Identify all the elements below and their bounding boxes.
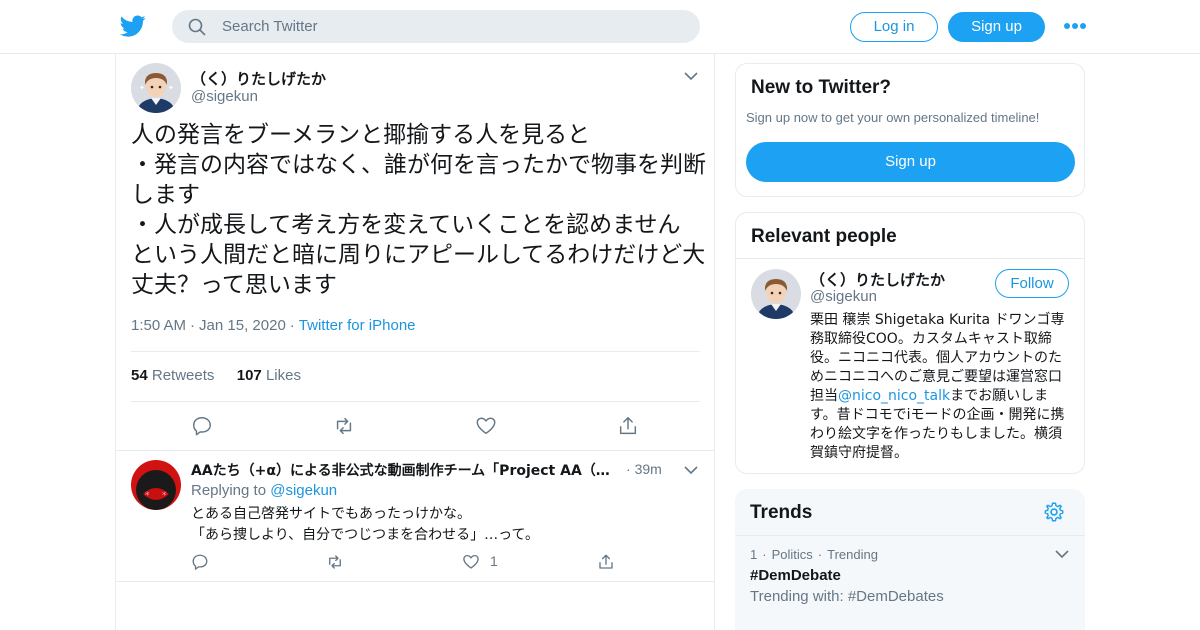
likes-count: 107 [236,367,262,384]
tweet-time[interactable]: 1:50 AM [131,317,186,334]
twitter-logo-icon[interactable] [120,13,146,39]
gear-icon[interactable] [1043,501,1065,523]
divider [116,581,714,582]
like-icon[interactable] [475,415,497,437]
retweet-icon[interactable] [326,553,344,571]
avatar-illustration-icon [751,269,801,319]
chevron-down-icon[interactable] [684,71,698,81]
divider [736,258,1084,259]
chevron-down-icon[interactable] [1055,549,1069,559]
author-name[interactable]: （く）りたしげたか [191,68,326,89]
like-icon[interactable] [462,553,480,571]
trend-trending-with: Trending with: #DemDebates [750,588,944,605]
trend-category: Politics [771,547,813,562]
relevant-people-card: Relevant people （く）りたしげたか @sigekun Follo… [735,212,1085,474]
divider [131,351,700,352]
trend-hashtag[interactable]: #DemDebate [750,567,841,584]
separator-dot: · [762,547,767,562]
tweet-date[interactable]: Jan 15, 2020 [199,317,286,334]
top-bar: Log in Sign up [0,0,1200,54]
svg-text:✦: ✦ [139,84,145,92]
separator-dot: · [289,317,295,334]
new-to-twitter-card: New to Twitter? Sign up now to get your … [735,63,1085,197]
avatar-illustration-icon: * * [131,460,181,510]
author-avatar[interactable]: ✦ ✦ [131,63,181,113]
svg-text:*: * [145,491,150,501]
reply-author-avatar[interactable]: * * [131,460,181,510]
reply-time-label: 39m [634,461,662,477]
search-icon [188,18,206,36]
sidebar-signup-button[interactable]: Sign up [746,142,1075,182]
divider [116,450,714,451]
trend-meta: 1 · Politics · Trending [750,547,878,562]
tweet-text: 人の発言をブーメランと揶揄する人を見ると ・発言の内容ではなく、誰が何を言ったか… [131,122,706,298]
reply-author-name[interactable]: AAたち（+α）による非公式な動画制作チーム「Project AA（… [191,460,616,480]
author-handle[interactable]: @sigekun [191,88,258,105]
card-title: Trends [750,502,813,523]
more-options-icon[interactable] [1064,20,1086,32]
bio-link[interactable]: @nico_nico_talk [838,388,950,404]
tweet-column: ✦ ✦ （く）りたしげたか @sigekun 人の発言をブーメランと揶揄する人を… [115,54,715,630]
login-button[interactable]: Log in [850,12,938,42]
separator-dot: · [817,547,823,562]
card-title: Relevant people [751,226,897,247]
reply-icon[interactable] [191,553,209,571]
retweets-label: Retweets [151,367,215,384]
likes-stat[interactable]: 107 Likes [237,367,301,384]
replying-label: Replying to [191,482,267,499]
person-avatar[interactable] [751,269,801,319]
replying-to: Replying to @sigekun [191,482,337,499]
retweets-count: 54 [131,367,148,384]
person-handle[interactable]: @sigekun [810,288,877,305]
svg-text:✦: ✦ [168,84,174,92]
chevron-down-icon[interactable] [684,465,698,475]
trends-card: Trends 1 · Politics · Trending #DemDebate Tr… [735,489,1085,630]
retweets-stat[interactable]: 54 Retweets [131,367,214,384]
card-title: New to Twitter? [751,77,892,98]
svg-text:*: * [162,491,167,501]
likes-label: Likes [265,367,301,384]
tweet-stats: 54 Retweets 107 Likes [131,367,301,384]
share-icon[interactable] [597,553,615,571]
separator-dot: · [626,461,635,477]
signup-button[interactable]: Sign up [948,12,1045,42]
search-input[interactable] [222,10,682,43]
trend-item[interactable]: 1 · Politics · Trending #DemDebate Trending … [735,535,1085,617]
divider [131,401,700,402]
avatar-illustration-icon: ✦ ✦ [131,63,181,113]
tweet-meta: 1:50 AM · Jan 15, 2020 · Twitter for iPhone [131,317,416,334]
reply-icon[interactable] [191,415,213,437]
trend-status: Trending [827,547,878,562]
reply-time[interactable]: · 39m [626,461,662,477]
reply-text: とある自己啓発サイトでもあったっけかな。 「あら捜しより、自分でつじつまを合わせ… [191,506,540,543]
person-name[interactable]: （く）りたしげたか [810,269,945,290]
card-subtitle: Sign up now to get your own personalized… [746,110,1040,125]
trend-rank: 1 [750,547,758,562]
person-bio: 栗田 穣崇 Shigetaka Kurita ドワンゴ専務取締役COO。カスタム… [810,311,1074,463]
share-icon[interactable] [617,415,639,437]
reply-like-count: 1 [490,553,498,569]
search-bar[interactable] [172,10,700,43]
replying-handle-link[interactable]: @sigekun [270,482,337,499]
follow-button[interactable]: Follow [995,269,1069,298]
retweet-icon[interactable] [333,415,355,437]
tweet-source-link[interactable]: Twitter for iPhone [299,317,416,334]
separator-dot: · [190,317,196,334]
